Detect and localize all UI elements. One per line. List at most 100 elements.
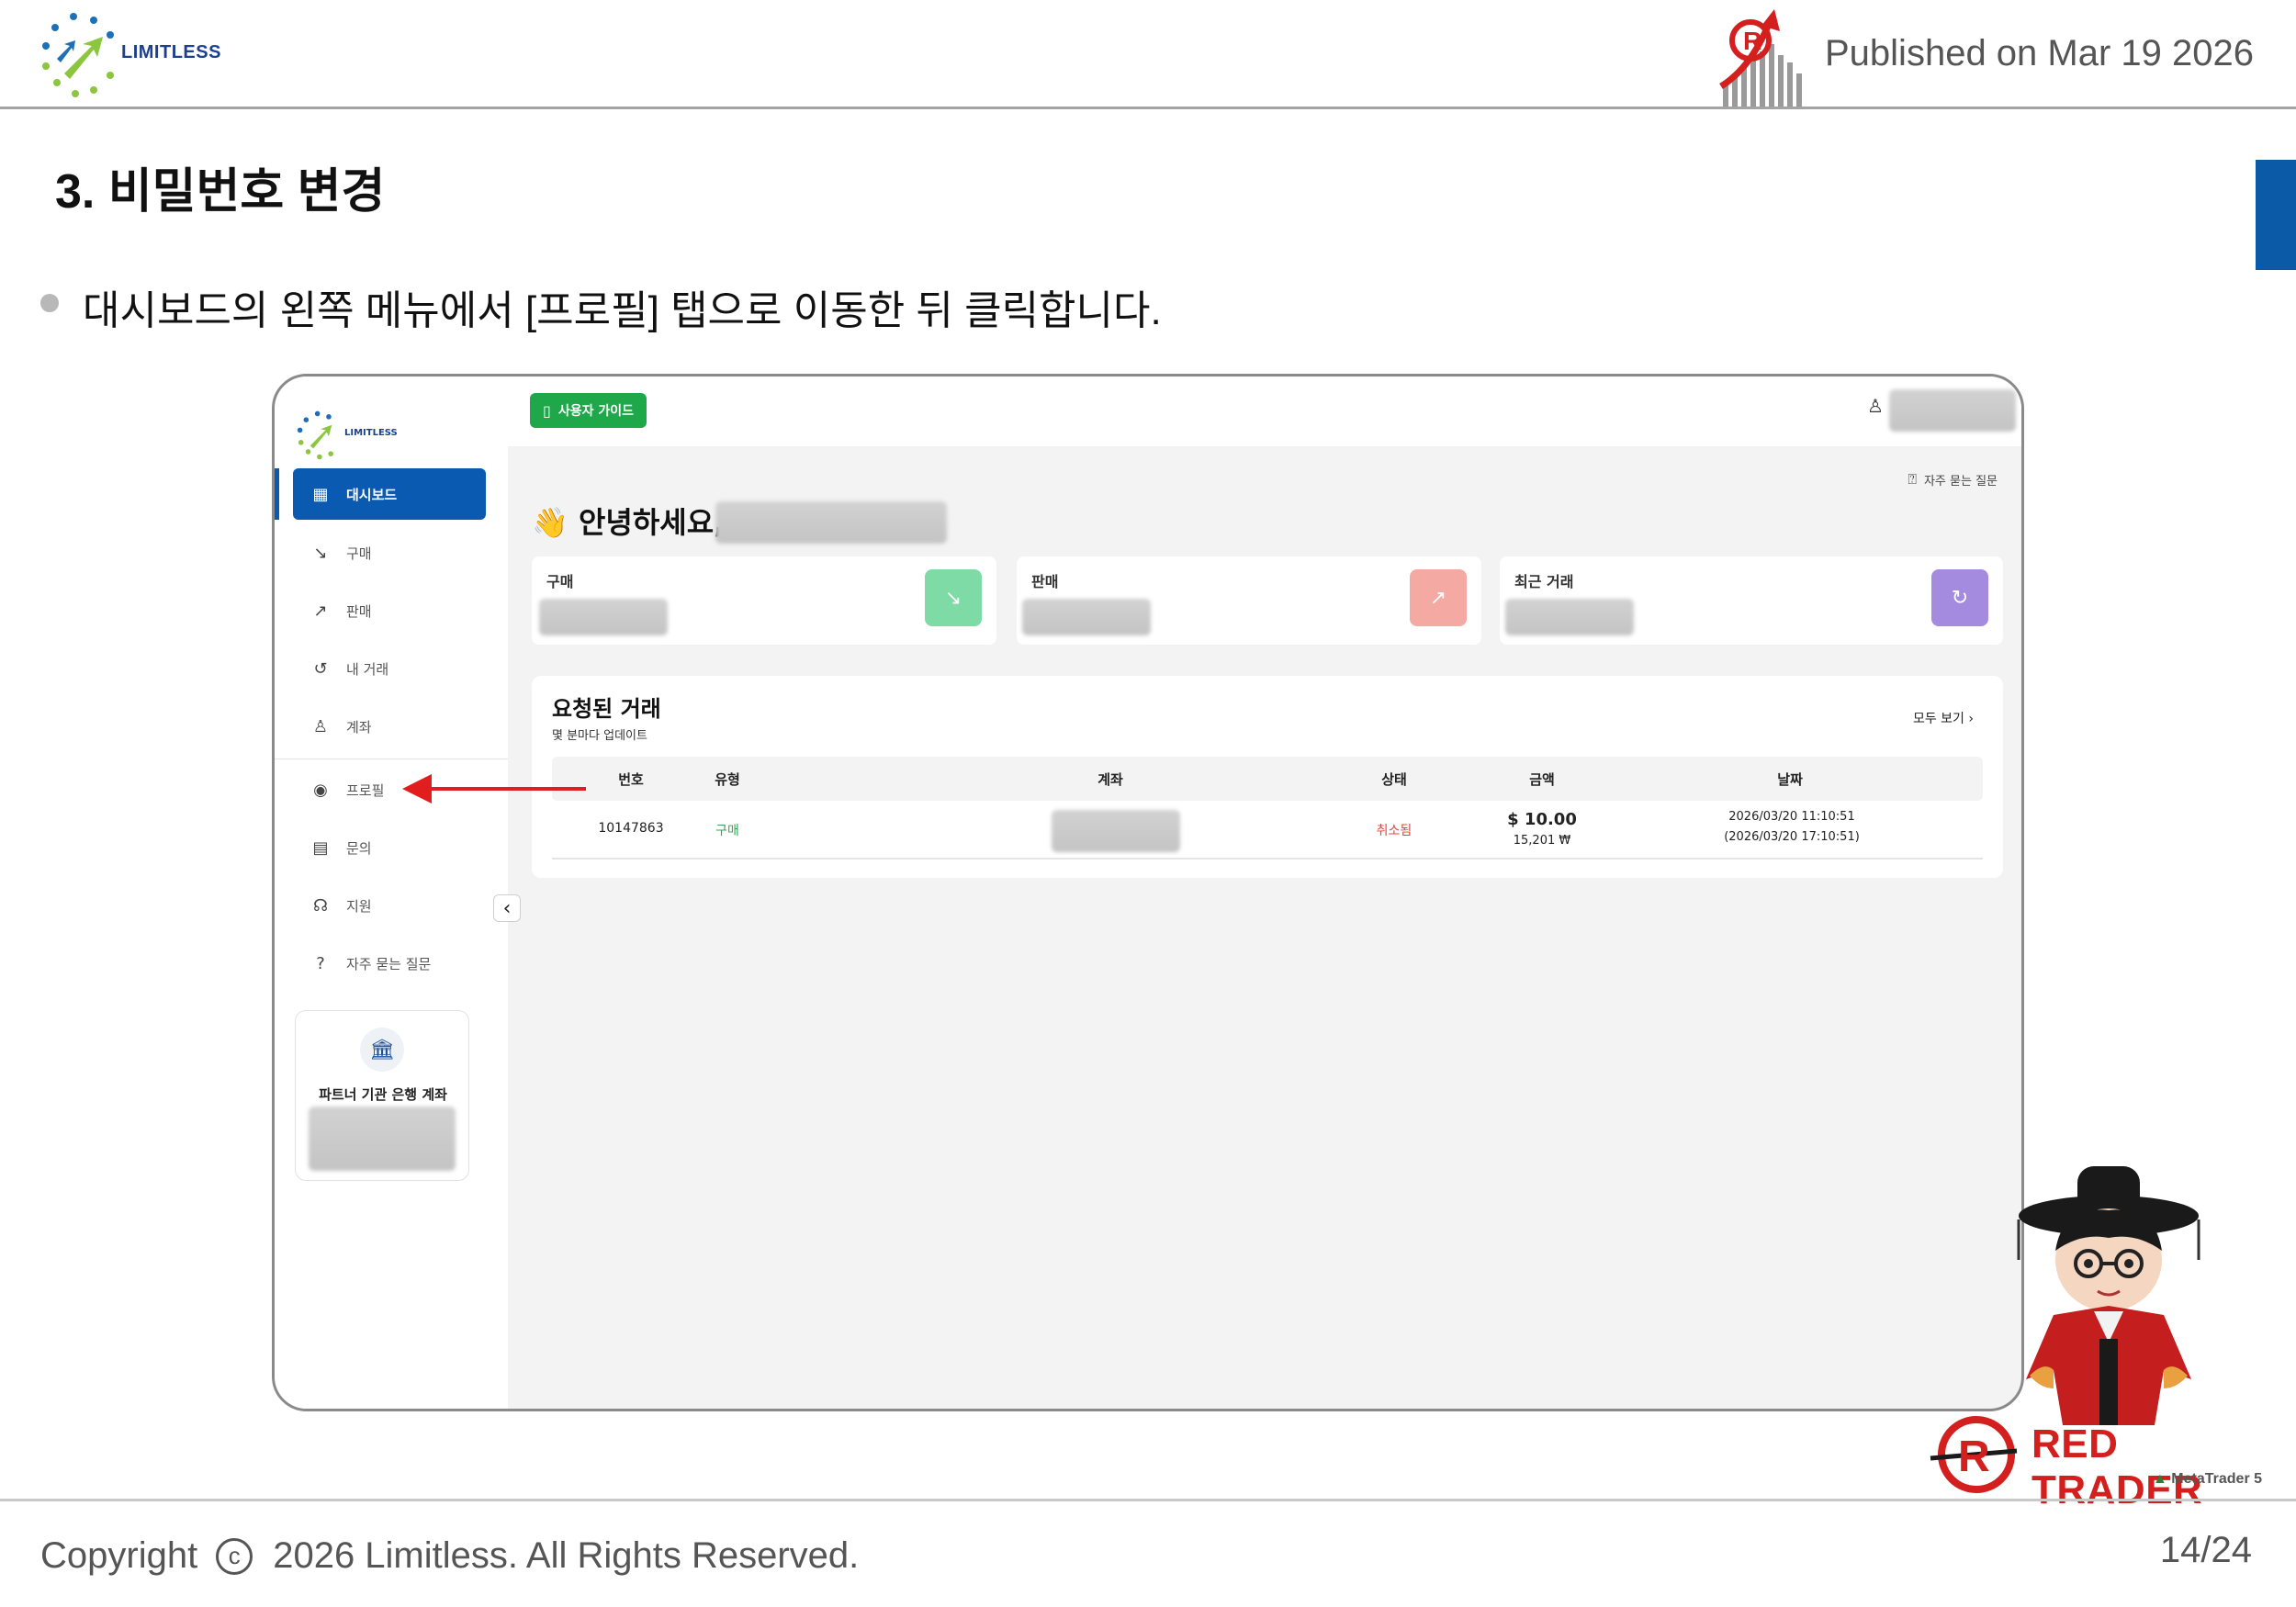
svg-text:R: R: [1743, 27, 1761, 55]
table-header: 번호 유형 계좌 상태 금액 날짜: [552, 757, 1983, 801]
card-label: 판매: [1031, 573, 1059, 590]
arrow-up-right-icon: ↗: [313, 601, 328, 621]
sidebar-item-label: 문의: [346, 839, 372, 857]
app-logo-text: LIMITLESS: [344, 428, 398, 438]
metatrader-label: ▲ MetaTrader 5: [2153, 1471, 2262, 1488]
mascot-illustration: [2008, 1159, 2210, 1425]
trade-amount-krw: 15,201 ₩: [1513, 834, 1571, 848]
user-plus-icon: ♙: [312, 716, 329, 736]
table-row[interactable]: 10147863 구매 취소됨 $ 10.00 15,201 ₩ 2026/03…: [552, 804, 1983, 860]
partner-card-label: 파트너 기관 은행 계좌: [319, 1086, 447, 1103]
trade-amount: $ 10.00: [1507, 810, 1577, 829]
column-header: 금액: [1529, 771, 1555, 788]
column-header: 번호: [618, 771, 644, 788]
redacted-account: [1052, 810, 1180, 852]
instruction-text: 대시보드의 왼쪽 메뉴에서 [프로필] 탭으로 이동한 뒤 클릭합니다.: [83, 288, 1162, 333]
top-bar: [508, 376, 2021, 446]
help-icon: ?: [316, 953, 325, 973]
sidebar-item-label: 자주 묻는 질문: [346, 955, 432, 972]
view-all-link[interactable]: 모두 보기 ›: [1913, 709, 1974, 727]
annotation-arrow-line: [430, 787, 586, 791]
card-label: 최근 거래: [1514, 573, 1574, 590]
faq-link[interactable]: ⍰ 자주 묻는 질문: [1908, 470, 1998, 489]
copyright-text: 2026 Limitless. All Rights Reserved.: [273, 1535, 860, 1576]
sidebar-item-label: 구매: [346, 545, 372, 562]
redacted-bank-info: [309, 1107, 456, 1171]
header-divider: [0, 107, 2296, 109]
metatrader-rest: Trader 5: [2204, 1471, 2263, 1487]
user-guide-button[interactable]: ▯ 사용자 가이드: [530, 393, 647, 428]
trade-date: 2026/03/20 11:10:51: [1728, 810, 1855, 824]
requested-trades-panel: 요청된 거래 몇 분마다 업데이트 모두 보기 › 번호 유형 계좌 상태 금액…: [532, 676, 2003, 878]
app-screenshot: LIMITLESS ▦ 대시보드 ↘ 구매 ↗ 판매 ↺ 내 거래 ♙ 계좌 ◉…: [272, 374, 2024, 1411]
partner-bank-card[interactable]: 🏛 파트너 기관 은행 계좌: [295, 1010, 469, 1181]
logo-wordmark: LIMITLESS: [121, 42, 221, 62]
sidebar-item-buy[interactable]: ↘ 구매: [293, 527, 486, 579]
trade-date-local: (2026/03/20 17:10:51): [1724, 830, 1860, 844]
redacted-value: [1022, 599, 1151, 635]
greeting: 👋 안녕하세요,: [532, 500, 725, 542]
active-indicator: [275, 468, 279, 520]
view-all-label: 모두 보기: [1912, 712, 1964, 726]
recent-trades-card[interactable]: 최근 거래 ↻: [1500, 556, 2003, 645]
sidebar-item-sell[interactable]: ↗ 판매: [293, 585, 486, 636]
profile-icon: ◉: [313, 780, 328, 800]
sidebar-item-faq[interactable]: ? 자주 묻는 질문: [293, 938, 486, 989]
buy-card[interactable]: 구매 ↘: [532, 556, 996, 645]
arrow-up-right-icon: ↗: [1410, 569, 1467, 626]
redacted-name: [715, 501, 947, 544]
sidebar-item-inquiry[interactable]: ▤ 문의: [293, 822, 486, 873]
sidebar-item-my-trades[interactable]: ↺ 내 거래: [293, 643, 486, 694]
sidebar-item-label: 대시보드: [346, 486, 398, 503]
published-date: Published on Mar 19 2026: [1825, 33, 2254, 73]
trade-status: 취소됨: [1376, 824, 1412, 838]
column-header: 계좌: [1097, 771, 1123, 788]
headset-icon: ☊: [313, 895, 328, 916]
column-header: 날짜: [1777, 771, 1803, 788]
help-icon: ⍰: [1908, 470, 1917, 488]
app-logo-icon: [293, 410, 348, 461]
sidebar-item-label: 내 거래: [346, 660, 389, 678]
sell-card[interactable]: 판매 ↗: [1017, 556, 1481, 645]
arrow-down-right-icon: ↘: [313, 543, 328, 563]
sidebar: LIMITLESS ▦ 대시보드 ↘ 구매 ↗ 판매 ↺ 내 거래 ♙ 계좌 ◉…: [275, 376, 508, 1409]
history-icon: ↺: [313, 658, 328, 679]
redacted-value: [539, 599, 668, 635]
redacted-value: [1505, 599, 1634, 635]
chat-icon: ▤: [312, 837, 329, 858]
column-header: 유형: [715, 771, 740, 788]
wave-icon: 👋: [532, 505, 568, 540]
page-number: 14/24: [2159, 1530, 2252, 1570]
page-title: 3. 비밀번호 변경: [55, 165, 386, 219]
faq-link-label: 자주 묻는 질문: [1923, 474, 1998, 489]
copyright-prefix: Copyright: [40, 1535, 198, 1576]
sidebar-item-support[interactable]: ☊ 지원: [293, 880, 486, 931]
chevron-left-icon: ‹: [502, 896, 512, 920]
sidebar-item-label: 프로필: [346, 781, 385, 799]
book-icon: ▯: [543, 401, 551, 420]
trade-id: 10147863: [598, 821, 664, 836]
bullet-dot: [40, 294, 59, 312]
redacted-username: [1889, 389, 2016, 432]
refresh-icon: ↻: [1931, 569, 1988, 626]
annotation-arrow-head: [402, 774, 432, 804]
trade-type: 구매: [715, 824, 739, 838]
svg-text:R: R: [1958, 1433, 1990, 1481]
metatrader-logo-icon: ▲: [2153, 1471, 2167, 1487]
bank-icon: 🏛: [360, 1028, 404, 1072]
column-header: 상태: [1381, 771, 1407, 788]
copyright: Copyright c 2026 Limitless. All Rights R…: [40, 1535, 859, 1577]
sidebar-item-dashboard[interactable]: ▦ 대시보드: [293, 468, 486, 520]
sidebar-item-label: 계좌: [346, 718, 372, 736]
user-guide-label: 사용자 가이드: [557, 404, 634, 419]
card-label: 구매: [546, 573, 574, 590]
copyright-icon: c: [216, 1537, 253, 1575]
red-trader-r-logo: R: [1929, 1414, 2020, 1497]
user-icon[interactable]: ♙: [1867, 395, 1884, 417]
sidebar-item-account[interactable]: ♙ 계좌: [293, 701, 486, 752]
arrow-down-right-icon: ↘: [925, 569, 982, 626]
side-tab-marker: [2256, 160, 2296, 270]
sidebar-item-label: 지원: [346, 897, 372, 915]
greeting-text: 안녕하세요,: [578, 505, 726, 540]
sidebar-collapse-button[interactable]: ‹: [493, 894, 521, 922]
